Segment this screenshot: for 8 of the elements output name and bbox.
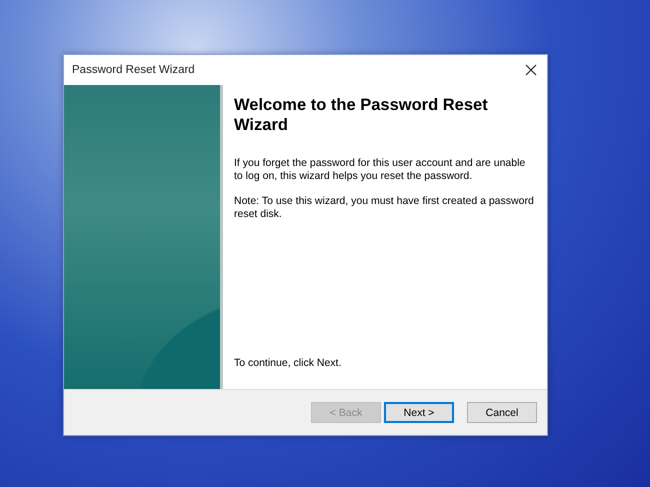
close-icon[interactable]: [525, 64, 537, 76]
instruction-text: To continue, click Next.: [234, 357, 342, 369]
description-text: Note: To use this wizard, you must have first created a password reset disk.: [234, 195, 535, 221]
window-title: Password Reset Wizard: [72, 64, 195, 76]
next-button[interactable]: Next >: [384, 402, 454, 423]
description-text: If you forget the password for this user account and are unable to log on, this wizard helps you reset the password.: [234, 157, 526, 183]
cancel-button[interactable]: Cancel: [467, 402, 537, 423]
wizard-heading: Welcome to the Password Reset Wizard: [234, 95, 489, 135]
